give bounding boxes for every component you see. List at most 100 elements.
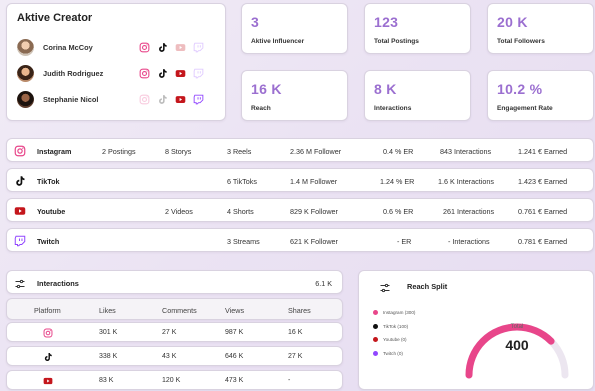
engagement-rate: - ER — [397, 237, 412, 246]
avatar — [17, 90, 34, 108]
stat-card-interactions: 8 K Interactions — [364, 70, 471, 121]
tiktok-icon[interactable] — [157, 42, 168, 53]
platform-row-tiktok[interactable]: TikTok 6 TikToks 1.4 M Follower 1.24 % E… — [6, 168, 594, 192]
column-header[interactable]: Shares — [288, 306, 311, 315]
interactions-count: - Interactions — [448, 237, 490, 246]
stat-card-active-influencer: 3 Aktive Influencer — [241, 3, 348, 54]
engagement-rate: 0.6 % ER — [383, 207, 414, 216]
reach-split-card: Reach Split Instagram (300) TikTok (100)… — [358, 270, 594, 390]
interactions-count: 261 Interactions — [443, 207, 495, 216]
active-creators-card: Aktive Creator Corina McCoy Judith Rodri… — [6, 3, 226, 121]
legend-item: TikTok (100) — [373, 320, 415, 334]
youtube-icon — [14, 205, 26, 217]
stat-card-total-postings: 123 Total Postings — [364, 3, 471, 54]
creator-name: Corina McCoy — [43, 42, 93, 52]
settings-icon[interactable] — [14, 277, 26, 289]
platform-name: Instagram — [37, 147, 72, 156]
stat-card-engagement-rate: 10.2 % Engagement Rate — [487, 70, 594, 121]
engagement-rate: 1.24 % ER — [380, 177, 415, 186]
stat-value: 8 K — [374, 81, 397, 97]
creator-row[interactable]: Stephanie Nicol — [17, 86, 215, 112]
likes-cell: 83 K — [99, 377, 114, 384]
platform-row-twitch[interactable]: Twitch 3 Streams 621 K Follower - ER - I… — [6, 228, 594, 252]
interactions-total: 6.1 K — [315, 279, 332, 288]
twitch-icon[interactable] — [193, 68, 204, 79]
interactions-count: 843 Interactions — [440, 147, 492, 156]
gauge-total-value: 400 — [505, 337, 529, 353]
legend-label: TikTok (100) — [383, 323, 409, 329]
stat-value: 16 K — [251, 81, 282, 97]
views-cell: 473 K — [225, 377, 244, 384]
tiktok-icon[interactable] — [157, 68, 168, 79]
youtube-icon[interactable] — [175, 68, 186, 79]
gauge-center-label: Total — [510, 324, 524, 330]
reach-split-title: Reach Split — [407, 282, 448, 291]
avatar — [17, 64, 34, 82]
youtube-icon[interactable] — [175, 42, 186, 53]
avatar — [17, 38, 34, 56]
earned-amount: 0.761 € Earned — [518, 207, 568, 216]
views-cell: 987 K — [225, 329, 244, 336]
legend-dot — [373, 310, 378, 316]
stat-label: Reach — [251, 105, 271, 112]
creator-row[interactable]: Judith Rodriguez — [17, 60, 215, 86]
creator-row[interactable]: Corina McCoy — [17, 34, 215, 60]
likes-cell: 338 K — [99, 353, 118, 360]
stat-card-reach: 16 K Reach — [241, 70, 348, 121]
engagement-rate: 0.4 % ER — [383, 147, 414, 156]
twitch-icon[interactable] — [193, 94, 204, 105]
tiktok-icon[interactable] — [157, 94, 168, 105]
stat-value: 123 — [374, 14, 399, 30]
creator-name: Stephanie Nicol — [43, 94, 99, 104]
stat-value: 20 K — [497, 14, 528, 30]
stat-card-total-followers: 20 K Total Followers — [487, 3, 594, 54]
likes-cell: 301 K — [99, 329, 118, 336]
platform-name: Twitch — [37, 237, 60, 246]
interactions-count: 1.6 K Interactions — [438, 177, 494, 186]
platform-row-youtube[interactable]: Youtube 2 Videos 4 Shorts 829 K Follower… — [6, 198, 594, 222]
stat-label: Total Followers — [497, 38, 545, 45]
column-header[interactable]: Comments — [162, 306, 197, 315]
instagram-icon — [43, 328, 53, 338]
legend-label: Youtube (0) — [383, 337, 407, 343]
earned-amount: 0.781 € Earned — [518, 237, 568, 246]
legend-dot — [373, 337, 378, 343]
views-cell: 646 K — [225, 353, 244, 360]
legend-item: Youtube (0) — [373, 333, 415, 347]
interactions-card-header: Interactions 6.1 K — [6, 270, 343, 294]
comments-cell: 43 K — [162, 353, 177, 360]
settings-icon[interactable] — [379, 281, 391, 293]
platform-name: TikTok — [37, 177, 60, 186]
interactions-table-header: Platform Likes Comments Views Shares — [6, 298, 343, 320]
instagram-icon[interactable] — [139, 68, 150, 79]
reach-legend: Instagram (300) TikTok (100) Youtube (0)… — [373, 306, 415, 360]
twitch-icon[interactable] — [193, 42, 204, 53]
shares-cell: 27 K — [288, 353, 303, 360]
stat-value: 3 — [251, 14, 260, 30]
content-count: 3 Reels — [227, 147, 252, 156]
shares-cell: 16 K — [288, 329, 303, 336]
content-count: 3 Streams — [227, 237, 260, 246]
instagram-icon[interactable] — [139, 94, 150, 105]
column-header[interactable]: Platform — [34, 306, 61, 315]
legend-item: Instagram (300) — [373, 306, 415, 320]
table-row[interactable]: 83 K 120 K 473 K - — [6, 370, 343, 390]
column-header[interactable]: Views — [225, 306, 244, 315]
followers-count: 829 K Follower — [290, 207, 338, 216]
table-row[interactable]: 338 K 43 K 646 K 27 K — [6, 346, 343, 366]
youtube-icon[interactable] — [175, 94, 186, 105]
stories-count: 8 Storys — [165, 147, 192, 156]
instagram-icon[interactable] — [139, 42, 150, 53]
twitch-icon — [14, 235, 26, 247]
tiktok-icon — [43, 352, 53, 362]
comments-cell: 120 K — [162, 377, 181, 384]
comments-cell: 27 K — [162, 329, 177, 336]
content-count: 4 Shorts — [227, 207, 254, 216]
legend-item: Twitch (0) — [373, 347, 415, 361]
platform-row-instagram[interactable]: Instagram 2 Postings 8 Storys 3 Reels 2.… — [6, 138, 594, 162]
table-row[interactable]: 301 K 27 K 987 K 16 K — [6, 322, 343, 342]
postings-count: 2 Postings — [102, 147, 136, 156]
stat-label: Aktive Influencer — [251, 38, 305, 45]
column-header[interactable]: Likes — [99, 306, 116, 315]
stat-label: Engagement Rate — [497, 105, 553, 112]
